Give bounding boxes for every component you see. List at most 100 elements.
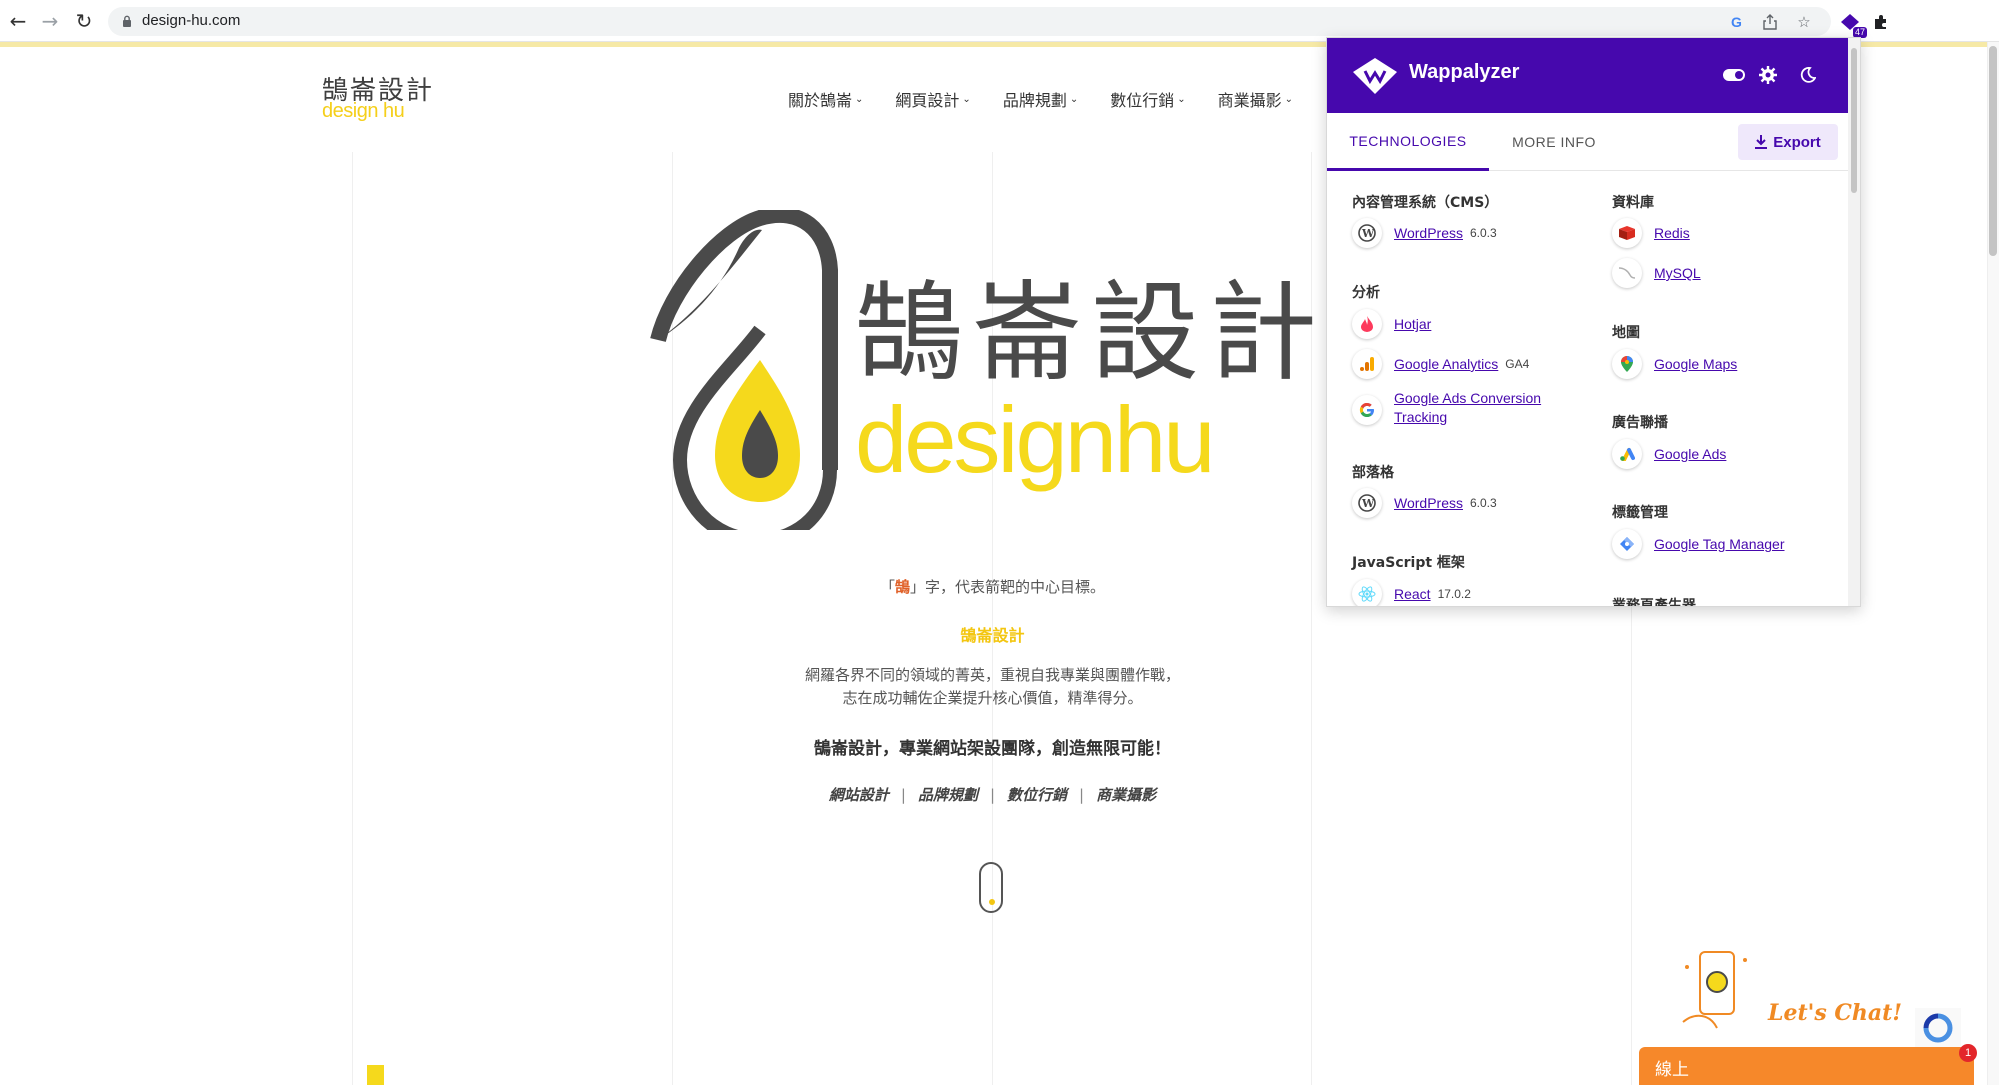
chat-phone-illustration-icon[interactable] xyxy=(1665,942,1765,1042)
tab-technologies[interactable]: TECHNOLOGIES xyxy=(1327,113,1489,171)
chat-status: 線上 xyxy=(1655,1060,1689,1080)
google-ads-icon xyxy=(1612,439,1642,469)
wordpress-icon: W xyxy=(1352,218,1382,248)
site-logo-subtitle[interactable]: design hu xyxy=(322,100,405,123)
technologies-list: 內容管理系統（CMS） W WordPress 6.0.3 分析 Hotjar … xyxy=(1327,172,1850,607)
wappalyzer-header: Wappalyzer xyxy=(1327,38,1860,113)
google-analytics-icon xyxy=(1352,349,1382,379)
tech-item[interactable]: Google Analytics GA4 xyxy=(1352,349,1529,379)
nav-item-label: 商業攝影 xyxy=(1217,91,1282,110)
wappalyzer-popup: Wappalyzer TECHNOLOGIES MORE INFO Export… xyxy=(1326,37,1861,607)
tech-item[interactable]: Redis xyxy=(1612,218,1690,248)
gear-icon[interactable] xyxy=(1757,64,1779,86)
popup-scroll-thumb[interactable] xyxy=(1851,48,1857,193)
tech-item[interactable]: Google Tag Manager xyxy=(1612,529,1785,559)
nav-item-photography[interactable]: 商業攝影 ⌄ xyxy=(1218,87,1293,111)
category-blog: 部落格 xyxy=(1352,465,1394,481)
chevron-down-icon: ⌄ xyxy=(1177,93,1186,105)
description-line: 志在成功輔佐企業提升核心價值，精準得分。 xyxy=(842,689,1143,707)
tech-item[interactable]: W WordPress 6.0.3 xyxy=(1352,488,1497,518)
wappalyzer-extension-icon[interactable]: 47 xyxy=(1837,9,1867,38)
tech-name[interactable]: WordPress xyxy=(1394,224,1463,243)
yellow-accent-block xyxy=(367,1065,384,1085)
download-icon xyxy=(1755,135,1768,149)
mysql-icon xyxy=(1612,258,1642,288)
service-link-branding[interactable]: 品牌規劃 xyxy=(918,786,978,804)
hotjar-icon xyxy=(1352,309,1382,339)
popup-scrollbar[interactable] xyxy=(1848,38,1860,606)
chat-title[interactable]: Let's Chat! xyxy=(1768,1000,1902,1026)
tab-more-info[interactable]: MORE INFO xyxy=(1489,113,1619,171)
tech-version: GA4 xyxy=(1505,357,1530,371)
google-icon[interactable]: G xyxy=(1727,12,1747,32)
moon-icon[interactable] xyxy=(1797,64,1819,86)
slogan: 鵠崙設計，專業網站架設團隊，創造無限可能！ xyxy=(814,739,1171,759)
tech-name[interactable]: MySQL xyxy=(1654,264,1701,283)
tech-name[interactable]: Google Analytics xyxy=(1394,355,1498,374)
tech-name[interactable]: Redis xyxy=(1654,224,1690,243)
tech-name[interactable]: Google Tag Manager xyxy=(1654,535,1785,554)
hero-logo: 鵠崙設計 designhu xyxy=(650,210,1317,530)
wappalyzer-tabs: TECHNOLOGIES MORE INFO Export xyxy=(1327,113,1860,171)
tech-item[interactable]: Hotjar xyxy=(1352,309,1431,339)
nav-item-digital-marketing[interactable]: 數位行銷 ⌄ xyxy=(1110,87,1185,111)
grid-divider xyxy=(352,152,353,1085)
google-icon xyxy=(1352,395,1382,425)
category-analytics: 分析 xyxy=(1352,285,1380,301)
tech-name[interactable]: Google Ads Conversion Tracking xyxy=(1394,389,1564,427)
url-text[interactable]: design-hu.com xyxy=(142,12,240,29)
chat-bar[interactable]: 線上 xyxy=(1639,1047,1974,1085)
tech-item[interactable]: Google Ads xyxy=(1612,439,1726,469)
tech-item[interactable]: Google Ads Conversion Tracking xyxy=(1352,389,1582,427)
toggle-icon[interactable] xyxy=(1723,64,1745,86)
tagline-text: 「 xyxy=(879,578,895,596)
svg-text:G: G xyxy=(1731,14,1742,30)
bookmark-star-icon[interactable]: ☆ xyxy=(1794,12,1814,32)
services-list: 網站設計 | 品牌規劃 | 數位行銷 | 商業攝影 xyxy=(0,784,1985,805)
tech-name[interactable]: Google Ads xyxy=(1654,445,1726,464)
tech-name[interactable]: React xyxy=(1394,585,1431,604)
nav-item-label: 關於鵠崙 xyxy=(788,91,853,110)
google-maps-icon xyxy=(1612,349,1642,379)
tech-version: 17.0.2 xyxy=(1437,587,1471,601)
service-link-photography[interactable]: 商業攝影 xyxy=(1096,786,1156,804)
reload-icon[interactable]: ↻ xyxy=(72,9,96,33)
main-navigation: 關於鵠崙 ⌄ 網頁設計 ⌄ 品牌規劃 ⌄ 數位行銷 ⌄ 商業攝影 ⌄ xyxy=(788,87,1325,111)
brand-name: 鵠崙設計 xyxy=(960,626,1025,645)
service-separator: | xyxy=(989,786,996,804)
browser-toolbar: ← → ↻ design-hu.com G ☆ 47 xyxy=(0,0,1999,42)
address-bar[interactable]: design-hu.com G ☆ xyxy=(108,7,1831,36)
tech-item[interactable]: Google Maps xyxy=(1612,349,1737,379)
page-scrollbar[interactable] xyxy=(1987,42,1999,1085)
share-icon[interactable] xyxy=(1760,12,1780,32)
tech-name[interactable]: WordPress xyxy=(1394,494,1463,513)
wappalyzer-title: Wappalyzer xyxy=(1409,61,1520,83)
export-button[interactable]: Export xyxy=(1738,124,1838,160)
tech-name[interactable]: Hotjar xyxy=(1394,315,1431,334)
page-scroll-thumb[interactable] xyxy=(1989,46,1997,256)
nav-item-about[interactable]: 關於鵠崙 ⌄ xyxy=(788,87,863,111)
wappalyzer-logo-icon xyxy=(1353,58,1397,94)
extensions-puzzle-icon[interactable] xyxy=(1868,9,1894,35)
category-page-builder: 業務頁產生器 xyxy=(1612,598,1696,607)
svg-text:W: W xyxy=(1361,497,1375,510)
tagline-text: 」字，代表箭靶的中心目標。 xyxy=(910,578,1106,596)
hero-title-en: designhu xyxy=(855,387,1213,492)
tech-item[interactable]: W WordPress 6.0.3 xyxy=(1352,218,1497,248)
tech-item[interactable]: MySQL xyxy=(1612,258,1701,288)
service-link-web[interactable]: 網站設計 xyxy=(829,786,889,804)
service-link-marketing[interactable]: 數位行銷 xyxy=(1007,786,1067,804)
tech-name[interactable]: Google Maps xyxy=(1654,355,1737,374)
category-javascript-framework: JavaScript 框架 xyxy=(1352,555,1465,571)
back-arrow-icon[interactable]: ← xyxy=(6,9,30,33)
chevron-down-icon: ⌄ xyxy=(962,93,971,105)
google-tag-manager-icon xyxy=(1612,529,1642,559)
nav-item-web-design[interactable]: 網頁設計 ⌄ xyxy=(895,87,970,111)
tech-version: 6.0.3 xyxy=(1469,226,1497,240)
nav-item-label: 品牌規劃 xyxy=(1002,91,1067,110)
tech-item[interactable]: React 17.0.2 xyxy=(1352,579,1471,606)
forward-arrow-icon[interactable]: → xyxy=(38,9,62,33)
scroll-down-mouse-icon[interactable] xyxy=(979,862,1003,913)
category-ad-network: 廣告聯播 xyxy=(1612,415,1668,431)
nav-item-branding[interactable]: 品牌規劃 ⌄ xyxy=(1003,87,1078,111)
